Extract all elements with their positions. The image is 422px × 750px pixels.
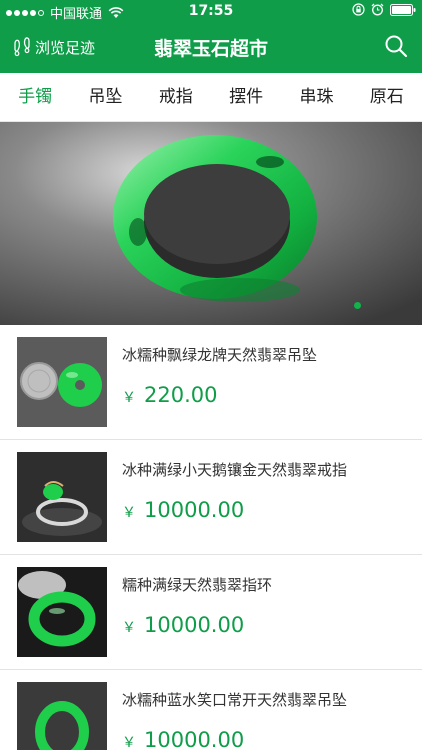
product-price: ￥ 10000.00 (122, 613, 244, 637)
tab-bracelet[interactable]: 手镯 (0, 73, 70, 121)
product-thumbnail (17, 682, 107, 750)
status-right (352, 3, 416, 16)
tab-beads[interactable]: 串珠 (281, 73, 351, 121)
tab-ring[interactable]: 戒指 (141, 73, 211, 121)
tab-pendant[interactable]: 吊坠 (70, 73, 140, 121)
header: 中国联通 17:55 浏览足迹 翡翠玉石超市 (0, 0, 422, 73)
rotation-lock-icon (352, 3, 365, 16)
price-amount: 10000.00 (144, 613, 245, 637)
product-thumbnail (17, 567, 107, 657)
list-item[interactable]: 冰种满绿小天鹅镶金天然翡翠戒指 ￥ 10000.00 (0, 440, 422, 555)
search-icon[interactable] (384, 34, 408, 58)
product-price: ￥ 10000.00 (122, 498, 244, 522)
list-item[interactable]: 冰糯种飘绿龙牌天然翡翠吊坠 ￥ 220.00 (0, 325, 422, 440)
product-title: 冰糯种飘绿龙牌天然翡翠吊坠 (122, 346, 318, 364)
product-price: ￥ 10000.00 (122, 728, 244, 750)
carousel-dot[interactable] (354, 302, 361, 309)
footprint-icon (14, 37, 30, 57)
battery-icon (390, 3, 416, 16)
category-tabs: 手镯 吊坠 戒指 摆件 串珠 原石 (0, 73, 422, 122)
navigation-bar: 浏览足迹 翡翠玉石超市 (0, 22, 422, 73)
currency-symbol: ￥ (122, 390, 136, 406)
carousel-indicator (0, 302, 422, 309)
price-amount: 220.00 (144, 383, 218, 407)
banner-image (0, 122, 422, 325)
currency-symbol: ￥ (122, 735, 136, 750)
product-list: 冰糯种飘绿龙牌天然翡翠吊坠 ￥ 220.00 冰种满绿小天鹅镶金天然翡翠戒指 ￥… (0, 325, 422, 750)
history-button[interactable]: 浏览足迹 (12, 36, 95, 58)
carousel-dot[interactable] (369, 302, 376, 309)
list-item[interactable]: 糯种满绿天然翡翠指环 ￥ 10000.00 (0, 555, 422, 670)
tab-ornament[interactable]: 摆件 (211, 73, 281, 121)
currency-symbol: ￥ (122, 620, 136, 636)
product-thumbnail (17, 337, 107, 427)
product-title: 冰糯种蓝水笑口常开天然翡翠吊坠 (122, 691, 348, 709)
banner-carousel[interactable] (0, 122, 422, 325)
product-title: 糯种满绿天然翡翠指环 (122, 576, 273, 594)
list-item[interactable]: 冰糯种蓝水笑口常开天然翡翠吊坠 ￥ 10000.00 (0, 670, 422, 750)
status-bar: 中国联通 17:55 (0, 0, 422, 22)
price-amount: 10000.00 (144, 498, 245, 522)
product-thumbnail (17, 452, 107, 542)
product-price: ￥ 220.00 (122, 383, 217, 407)
currency-symbol: ￥ (122, 505, 136, 521)
price-amount: 10000.00 (144, 728, 245, 750)
alarm-icon (371, 3, 384, 16)
product-title: 冰种满绿小天鹅镶金天然翡翠戒指 (122, 461, 348, 479)
history-label: 浏览足迹 (35, 38, 96, 57)
screen: 中国联通 17:55 浏览足迹 翡翠玉石超市 手镯 吊坠 戒指 摆件 串珠 原石… (0, 0, 422, 750)
tab-raw-stone[interactable]: 原石 (352, 73, 422, 121)
